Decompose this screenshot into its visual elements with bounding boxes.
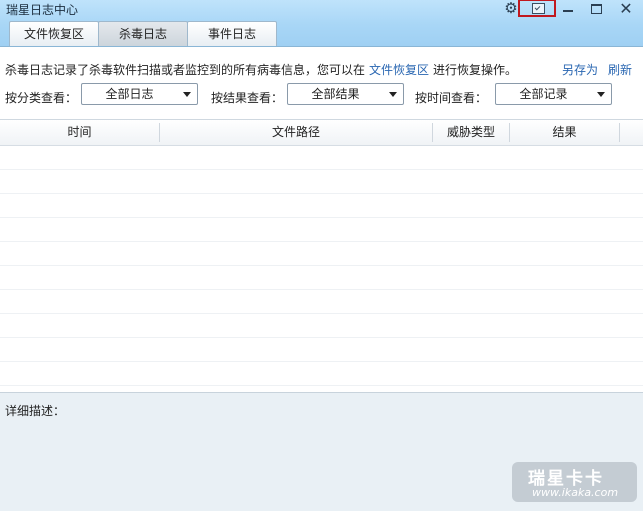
time-filter-select[interactable]: 全部记录 xyxy=(495,83,612,105)
table-header: 时间 文件路径 威胁类型 结果 xyxy=(0,120,643,146)
description-line: 杀毒日志记录了杀毒软件扫描或者监控到的所有病毒信息，您可以在 文件恢复区 进行恢复操… xyxy=(5,61,517,78)
minimize-icon[interactable] xyxy=(556,0,580,17)
maximize-icon[interactable] xyxy=(584,0,608,17)
result-filter-value: 全部结果 xyxy=(311,87,360,101)
column-header-threat-type[interactable]: 威胁类型 xyxy=(433,120,509,145)
table-row[interactable] xyxy=(0,362,643,386)
description-text: 杀毒日志记录了杀毒软件扫描或者监控到的所有病毒信息，您可以在 xyxy=(5,63,366,77)
tab-event-log[interactable]: 事件日志 xyxy=(187,21,277,46)
detail-label: 详细描述： xyxy=(5,404,66,418)
description-text-end: 进行恢复操作。 xyxy=(433,63,518,77)
column-header-file-path[interactable]: 文件路径 xyxy=(160,120,432,145)
result-filter-select[interactable]: 全部结果 xyxy=(287,83,404,105)
tab-bar: 文件恢复区 杀毒日志 事件日志 xyxy=(9,21,277,46)
tab-file-recovery[interactable]: 文件恢复区 xyxy=(9,21,99,46)
watermark-logo: 瑞星卡卡 www.ikaka.com xyxy=(512,462,637,502)
table-row[interactable] xyxy=(0,314,643,338)
info-bar: 杀毒日志记录了杀毒软件扫描或者监控到的所有病毒信息，您可以在 文件恢复区 进行恢复操… xyxy=(0,47,643,117)
category-filter-label: 按分类查看： xyxy=(5,91,78,105)
close-icon[interactable]: ✕ xyxy=(614,0,638,17)
table-row[interactable] xyxy=(0,170,643,194)
table-row[interactable] xyxy=(0,146,643,170)
table-row[interactable] xyxy=(0,338,643,362)
category-filter-select[interactable]: 全部日志 xyxy=(81,83,198,105)
time-filter-label: 按时间查看： xyxy=(415,91,488,105)
chevron-down-icon xyxy=(597,92,605,97)
watermark-url: www.ikaka.com xyxy=(532,486,619,499)
title-bar: 瑞星日志中心 ⚙ ✕ 文件恢复区 杀毒日志 事件日志 xyxy=(0,0,643,47)
tab-antivirus-log[interactable]: 杀毒日志 xyxy=(98,21,188,46)
category-filter-value: 全部日志 xyxy=(105,87,154,101)
save-as-link[interactable]: 另存为 xyxy=(562,61,598,78)
table-body xyxy=(0,146,643,386)
table-row[interactable] xyxy=(0,194,643,218)
log-center-window: 瑞星日志中心 ⚙ ✕ 文件恢复区 杀毒日志 事件日志 杀毒日志记录了杀毒软件扫描… xyxy=(0,0,643,511)
window-title: 瑞星日志中心 xyxy=(6,3,79,17)
column-header-result[interactable]: 结果 xyxy=(510,120,619,145)
result-filter-label: 按结果查看： xyxy=(211,91,284,105)
chevron-down-icon xyxy=(389,92,397,97)
column-divider xyxy=(619,123,620,142)
table-row[interactable] xyxy=(0,290,643,314)
column-header-time[interactable]: 时间 xyxy=(0,120,159,145)
time-filter-value: 全部记录 xyxy=(519,87,568,101)
table-row[interactable] xyxy=(0,218,643,242)
table-row[interactable] xyxy=(0,266,643,290)
log-table: 时间 文件路径 威胁类型 结果 xyxy=(0,119,643,392)
chevron-down-icon xyxy=(183,92,191,97)
table-row[interactable] xyxy=(0,242,643,266)
refresh-link[interactable]: 刷新 xyxy=(608,61,632,78)
file-recovery-link[interactable]: 文件恢复区 xyxy=(369,63,429,77)
highlight-annotation xyxy=(518,0,556,17)
